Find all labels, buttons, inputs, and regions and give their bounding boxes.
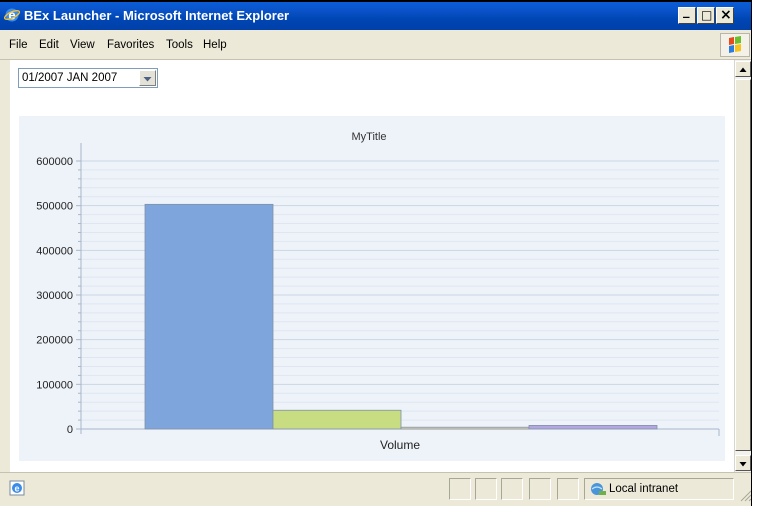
chart-area: 0 100000 200000 300000 400000 500000 600000 My… [19,116,725,461]
svg-text:e: e [8,8,15,23]
browser-window: e BEx Launcher - Microsoft Internet Expl… [0,0,757,506]
status-panel [475,478,497,500]
bar-chart: 0 100000 200000 300000 400000 500000 600000 My… [36,131,720,452]
y-tick-label: 600000 [36,156,73,168]
page-status-icon: e [9,480,25,496]
bar-series-1[interactable] [144,203,274,430]
scroll-up-arrow-icon [739,67,747,72]
y-tick-label: 100000 [36,379,73,391]
minimize-icon: _ [683,4,690,19]
bar-series-2[interactable] [272,409,402,430]
title-bar[interactable]: e BEx Launcher - Microsoft Internet Expl… [0,0,757,30]
security-zone: Local intranet [584,478,734,500]
svg-text:e: e [14,484,19,494]
window-right-edge [751,0,757,506]
local-intranet-icon [591,483,606,495]
minimize-button[interactable]: _ [678,4,696,24]
bar-series-3[interactable] [400,426,530,430]
y-tick-label: 400000 [36,245,73,257]
windows-flag-icon [729,36,741,53]
y-tick-label: 0 [67,424,73,436]
y-tick-label: 300000 [36,290,73,302]
close-button[interactable]: × [716,7,734,24]
scroll-thumb[interactable] [735,79,751,451]
scroll-down-arrow-icon [739,462,747,467]
y-tick-label: 500000 [36,201,73,213]
resize-grip-icon[interactable] [738,488,752,502]
period-dropdown[interactable]: 01/2007 JAN 2007 [18,68,158,88]
window-title: BEx Launcher - Microsoft Internet Explor… [24,8,290,23]
chevron-down-icon [143,77,152,82]
menu-view[interactable]: View [70,39,95,52]
zone-label: Local intranet [609,483,679,495]
menu-tools[interactable]: Tools [166,39,193,52]
y-tick-labels: 0 100000 200000 300000 400000 500000 600000 [36,156,73,436]
menu-edit[interactable]: Edit [39,39,59,52]
scroll-down-button[interactable] [735,455,751,471]
close-icon: × [720,7,732,23]
bar-series-4[interactable] [528,425,658,430]
status-panel [529,478,551,500]
internet-explorer-icon: e [4,8,20,23]
scroll-up-button[interactable] [735,61,751,77]
status-bar: e Local intranet [0,472,757,506]
status-panel [557,478,579,500]
bar-series [144,203,658,430]
vertical-scrollbar[interactable] [734,60,751,472]
menu-help[interactable]: Help [203,39,227,52]
x-axis-label: Volume [380,438,420,452]
page-content: 01/2007 JAN 2007 0 100000 200000 300000 4000… [10,60,734,472]
status-panel [501,478,523,500]
maximize-icon: □ [701,8,713,22]
y-tick-label: 200000 [36,335,73,347]
chart-title: MyTitle [351,131,386,143]
left-frame [0,60,10,472]
menu-bar: File Edit View Favorites Tools Help [0,30,757,60]
windows-logo [720,33,750,57]
period-dropdown-value: 01/2007 JAN 2007 [22,72,118,84]
menu-favorites[interactable]: Favorites [107,39,154,52]
menu-file[interactable]: File [9,39,28,52]
maximize-button[interactable]: □ [697,7,715,24]
status-panel [449,478,471,500]
dropdown-arrow-button[interactable] [139,70,156,86]
